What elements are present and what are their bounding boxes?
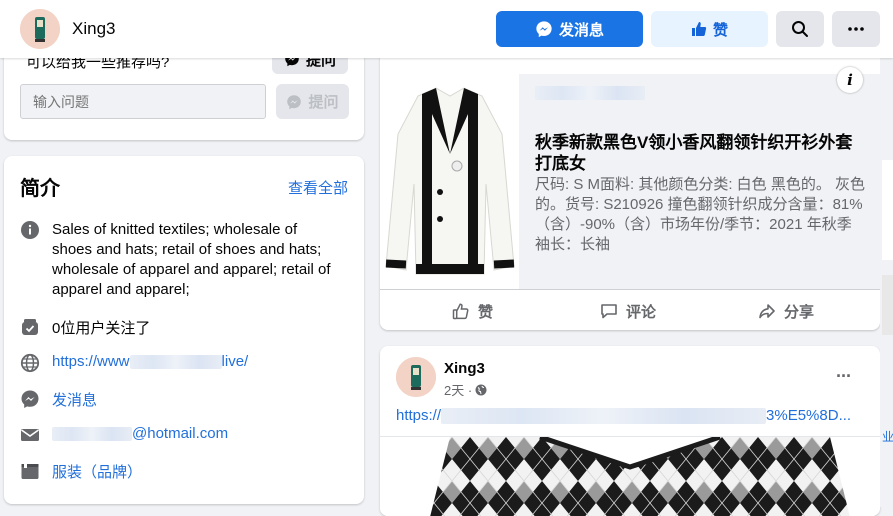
product-image[interactable] xyxy=(380,74,519,289)
email-suffix: @hotmail.com xyxy=(132,425,229,442)
product-image-caption xyxy=(535,86,645,100)
like-page-button[interactable]: 赞 xyxy=(651,11,768,47)
share-action[interactable]: 分享 xyxy=(758,290,814,330)
comment-action-label: 评论 xyxy=(626,303,657,321)
website-prefix: https://www xyxy=(52,353,130,370)
post-meta: 2天 · xyxy=(444,380,487,399)
ask-button-label-2: 提问 xyxy=(308,94,339,111)
see-all-link[interactable]: 查看全部 xyxy=(288,177,348,198)
page-header: Xing3 发消息 赞 xyxy=(0,0,893,58)
product-title[interactable]: 秋季新款黑色V领小香风翻领针织开衫外套打底女 xyxy=(535,132,865,174)
messenger-link[interactable]: 发消息 xyxy=(52,389,97,410)
product-item[interactable]: 秋季新款黑色V领小香风翻领针织开衫外套打底女 尺码: S M面料: 其他颜色分类… xyxy=(380,74,880,289)
comment-icon xyxy=(601,304,617,319)
globe-icon xyxy=(475,384,487,395)
post-author-name[interactable]: Xing3 xyxy=(444,360,485,377)
messenger-icon xyxy=(287,94,302,109)
post-time[interactable]: 2天 · xyxy=(444,380,472,399)
right-edge-column: 业 xyxy=(880,40,893,507)
messenger-row: 发消息 xyxy=(20,389,97,410)
ask-button[interactable]: 提问 xyxy=(276,84,349,119)
messenger-icon xyxy=(20,389,40,409)
website-row: https://www live/ xyxy=(20,353,248,373)
post-link[interactable]: https:// 3%E5%8D... xyxy=(396,407,851,424)
intro-title: 简介 xyxy=(20,178,60,200)
like-action-label: 赞 xyxy=(478,303,494,321)
avatar-image xyxy=(20,9,60,49)
page-avatar[interactable] xyxy=(20,9,60,49)
action-bar: 赞 评论 分享 xyxy=(380,289,880,330)
followers-count: 0位用户关注了 xyxy=(52,320,151,337)
right-edge-strip-1 xyxy=(882,160,893,260)
right-edge-text: 业 xyxy=(882,430,893,444)
avatar-image xyxy=(396,357,436,397)
category-row: 服装（品牌） xyxy=(20,461,142,482)
cardigan-image xyxy=(380,74,519,289)
post-image[interactable] xyxy=(380,436,880,516)
message-button[interactable]: 发消息 xyxy=(496,11,643,47)
post-author-avatar[interactable] xyxy=(396,357,436,397)
redacted-region xyxy=(129,354,222,369)
share-icon xyxy=(759,304,775,319)
question-input[interactable] xyxy=(20,84,266,119)
comment-action[interactable]: 评论 xyxy=(600,290,656,330)
intro-description-row: Sales of knitted textiles; wholesale of … xyxy=(20,220,340,300)
more-horizontal-icon xyxy=(848,27,864,31)
intro-description: Sales of knitted textiles; wholesale of … xyxy=(52,221,331,298)
thumbs-up-icon xyxy=(691,22,707,36)
thumbs-up-icon xyxy=(452,303,469,320)
followers-icon xyxy=(20,317,40,337)
post-link-suffix: 3%E5%8D... xyxy=(766,407,852,424)
email-icon xyxy=(20,425,40,445)
messenger-icon xyxy=(536,21,552,38)
message-button-label: 发消息 xyxy=(558,21,604,39)
post-more-button[interactable]: ··· xyxy=(836,366,852,387)
followers-row: 0位用户关注了 xyxy=(20,317,150,338)
category-link[interactable]: 服装（品牌） xyxy=(52,461,142,482)
more-options-button[interactable] xyxy=(832,11,880,47)
redacted-region xyxy=(52,426,132,441)
intro-card: 简介 查看全部 Sales of knitted textiles; whole… xyxy=(4,156,364,504)
website-suffix: live/ xyxy=(221,353,249,370)
argyle-sweater-image xyxy=(380,437,880,516)
redacted-region xyxy=(535,86,645,100)
product-description: 尺码: S M面料: 其他颜色分类: 白色 黑色的。 灰色的。货号: S2109… xyxy=(535,176,866,253)
redacted-region xyxy=(441,407,767,424)
globe-icon xyxy=(20,353,40,373)
like-action[interactable]: 赞 xyxy=(452,290,493,330)
website-link[interactable]: https://www live/ xyxy=(52,353,248,370)
page-title: Xing3 xyxy=(72,19,116,38)
search-icon xyxy=(792,21,808,37)
like-button-label: 赞 xyxy=(712,21,728,39)
share-action-label: 分享 xyxy=(784,303,815,321)
info-icon xyxy=(20,220,40,240)
email-row: @hotmail.com xyxy=(20,425,228,445)
info-icon[interactable]: i xyxy=(837,67,863,93)
post-link-prefix: https:// xyxy=(396,407,442,424)
post-card: Xing3 2天 · ··· https:// 3%E5%8D... xyxy=(380,346,880,516)
category-icon xyxy=(20,461,40,481)
right-edge-strip-2 xyxy=(882,275,893,335)
email-link[interactable]: @hotmail.com xyxy=(52,425,228,442)
product-post-card: 秋季新款黑色V领小香风翻领针织开衫外套打底女 尺码: S M面料: 其他颜色分类… xyxy=(380,40,880,330)
search-button[interactable] xyxy=(776,11,824,47)
